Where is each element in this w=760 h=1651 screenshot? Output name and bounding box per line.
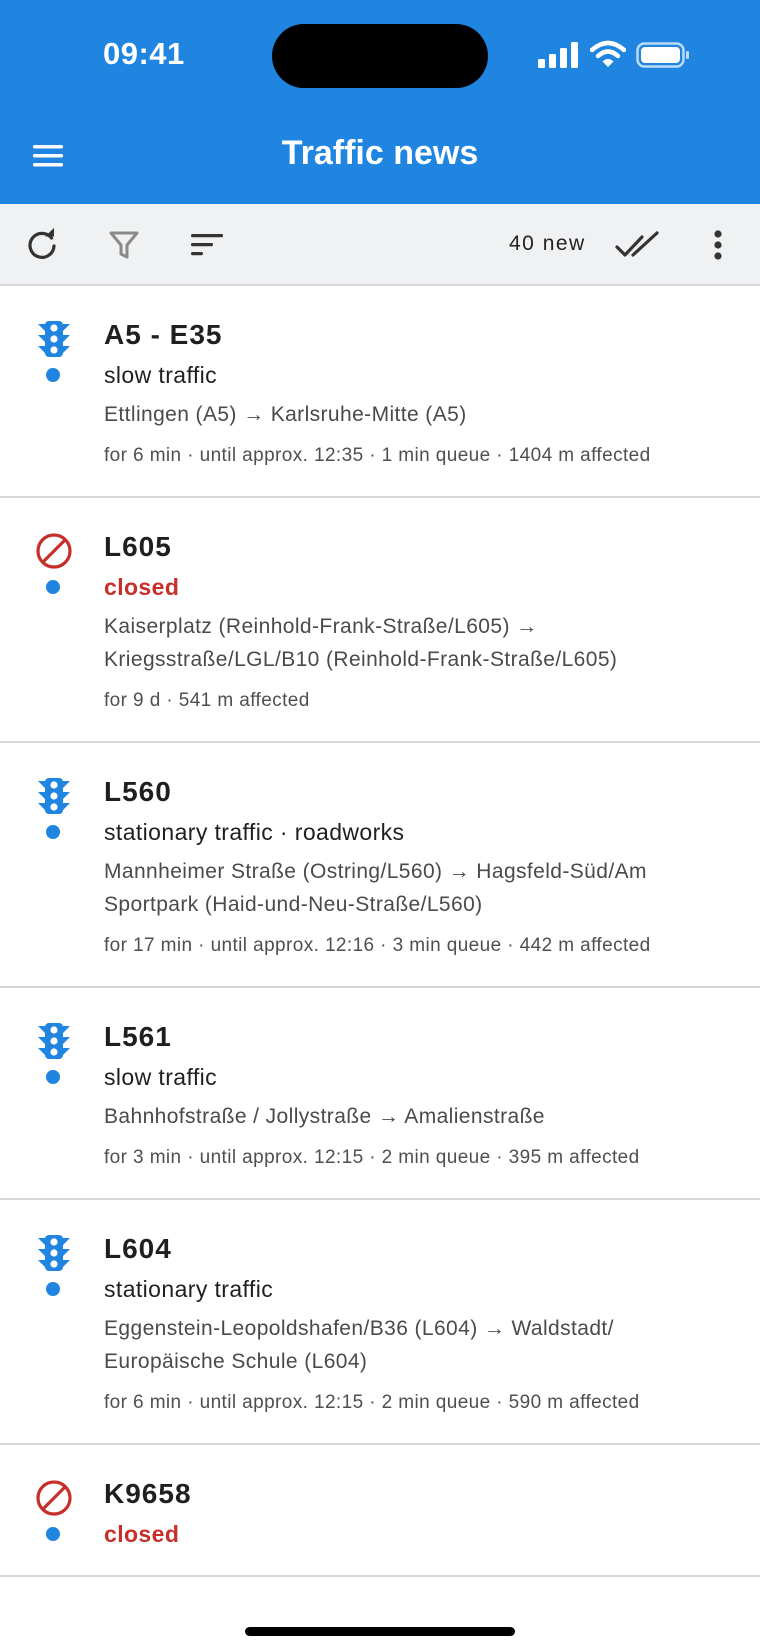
battery-icon [636,42,689,68]
no-entry-icon [36,1480,72,1516]
app-header: 09:41 Traffic news [0,0,760,204]
sort-icon[interactable] [187,224,229,266]
page-title: Traffic news [281,134,479,172]
road-name: K9658 [104,1478,192,1509]
dynamic-island [272,24,488,88]
road-name: A5 - E35 [104,319,223,350]
traffic-news-list: A5 - E35 slow traffic Ettlingen (A5) → K… [0,286,760,1577]
incident-type: closed [104,574,180,600]
unread-indicator [46,1527,60,1541]
road-name: L561 [104,1021,172,1052]
wifi-icon [590,40,626,67]
road-name: L560 [104,776,172,807]
incident-details: for 3 min · until approx. 12:15 · 2 min … [104,1147,640,1168]
filter-icon[interactable] [103,224,145,266]
incident-type: stationary traffic · roadworks [104,819,405,845]
incident-type: stationary traffic [104,1276,274,1302]
list-item[interactable]: L605 closed Kaiserplatz (Reinhold-Frank-… [0,498,760,743]
list-item[interactable]: L560 stationary traffic · roadworks Mann… [0,743,760,988]
incident-details: for 9 d · 541 m affected [104,690,310,711]
home-indicator[interactable] [245,1627,515,1636]
unread-indicator [46,368,60,382]
status-time: 09:41 [103,36,185,71]
list-item[interactable]: L561 slow traffic Bahnhofstraße / Jollys… [0,988,760,1200]
traffic-light-icon [38,321,70,357]
incident-type: slow traffic [104,362,218,388]
route-text: Bahnhofstraße / Jollystraße → Amalienstr… [104,1105,545,1128]
incident-type: closed [104,1521,180,1547]
incident-details: for 6 min · until approx. 12:15 · 2 min … [104,1392,640,1413]
toolbar: 40 new [0,204,760,286]
route-text: Kaiserplatz (Reinhold-Frank-Straße/L605)… [104,615,618,671]
route-text: Eggenstein-Leopoldshafen/B36 (L604) → Wa… [104,1317,614,1373]
list-item[interactable]: K9658 closed [0,1445,760,1577]
traffic-light-icon [38,778,70,814]
road-name: L604 [104,1233,172,1264]
traffic-light-icon [38,1023,70,1059]
road-name: L605 [104,531,172,562]
traffic-light-icon [38,1235,70,1271]
cellular-signal-icon [538,42,578,68]
route-text: Ettlingen (A5) → Karlsruhe-Mitte (A5) [104,403,467,426]
incident-type: slow traffic [104,1064,218,1090]
unread-indicator [46,580,60,594]
no-entry-icon [36,533,72,569]
mark-all-read-icon[interactable] [614,224,660,266]
list-item[interactable]: L604 stationary traffic Eggenstein-Leopo… [0,1200,760,1445]
unread-indicator [46,1070,60,1084]
incident-details: for 17 min · until approx. 12:16 · 3 min… [104,935,651,956]
unread-indicator [46,1282,60,1296]
list-item[interactable]: A5 - E35 slow traffic Ettlingen (A5) → K… [0,286,760,498]
unread-indicator [46,825,60,839]
more-options-icon[interactable] [700,224,736,266]
route-text: Mannheimer Straße (Ostring/L560) → Hagsf… [104,860,647,916]
incident-details: for 6 min · until approx. 12:35 · 1 min … [104,445,651,466]
new-count-badge: 40 new [509,232,586,255]
refresh-icon[interactable] [21,224,63,266]
